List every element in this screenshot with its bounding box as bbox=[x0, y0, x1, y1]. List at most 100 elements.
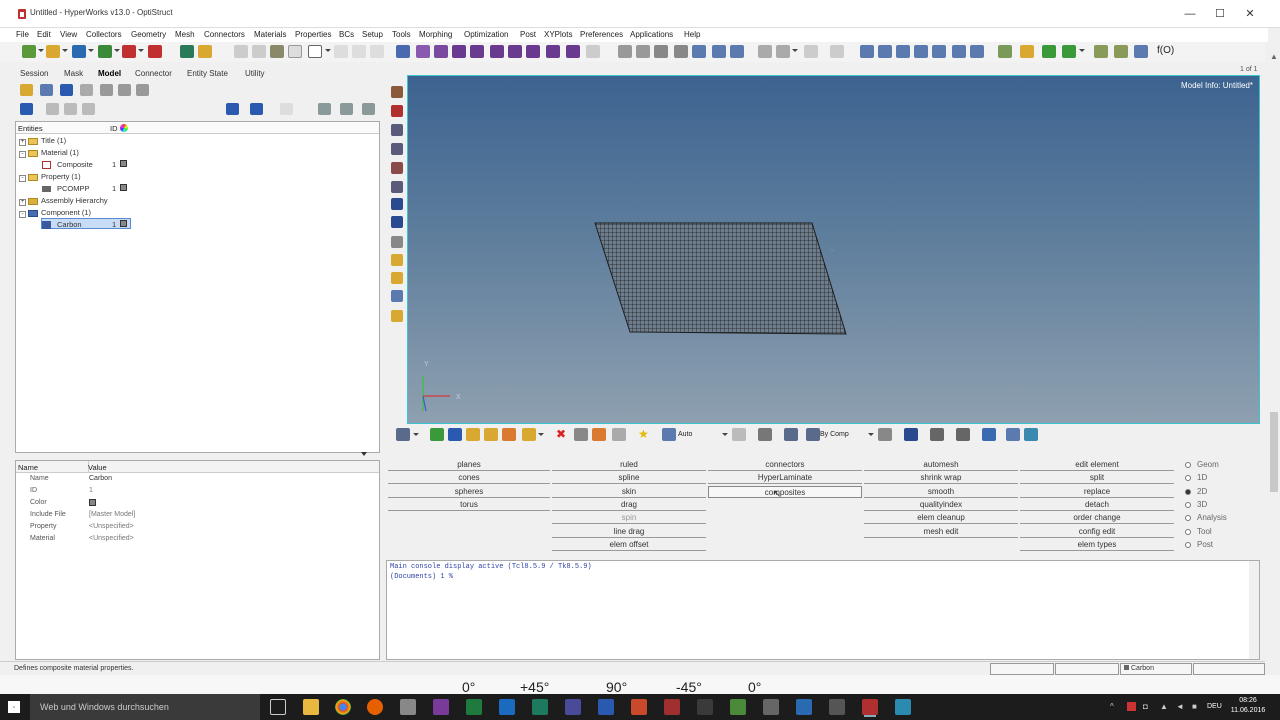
firefox-icon[interactable] bbox=[367, 699, 383, 715]
panel-shrink-wrap[interactable]: shrink wrap bbox=[864, 472, 1018, 484]
component-view-icon[interactable] bbox=[20, 84, 33, 96]
radio-icon[interactable] bbox=[1185, 501, 1191, 508]
grid-icon[interactable] bbox=[334, 45, 348, 58]
zoom-icon[interactable] bbox=[396, 45, 410, 58]
color-by-select[interactable]: By Comp bbox=[820, 431, 849, 438]
window-layout-icon[interactable] bbox=[1134, 45, 1148, 58]
view-tool-icon[interactable] bbox=[391, 143, 403, 155]
label-abc-icon[interactable] bbox=[391, 272, 403, 284]
panel-hyperlaminate[interactable]: HyperLaminate bbox=[708, 472, 862, 484]
view-tool-icon[interactable] bbox=[391, 198, 403, 210]
color-swatch[interactable] bbox=[120, 220, 127, 227]
run-icon[interactable] bbox=[1042, 45, 1056, 58]
dropdown-arrow-icon[interactable] bbox=[62, 49, 68, 52]
app-icon[interactable] bbox=[829, 699, 845, 715]
axis-xz-icon[interactable] bbox=[490, 45, 504, 58]
prop-include-value[interactable]: [Master Model] bbox=[89, 511, 135, 518]
import-icon[interactable] bbox=[46, 45, 60, 58]
current-component-box[interactable]: Carbon bbox=[1120, 663, 1192, 675]
view-iso-icon[interactable] bbox=[970, 45, 984, 58]
hide-all-icon[interactable] bbox=[118, 84, 131, 96]
dropdown-arrow-icon[interactable] bbox=[38, 49, 44, 52]
include-icon[interactable] bbox=[1020, 45, 1034, 58]
grid-icon[interactable] bbox=[370, 45, 384, 58]
id-column-header[interactable]: ID bbox=[110, 124, 118, 133]
radio-3d[interactable]: 3D bbox=[1185, 500, 1207, 509]
tree-row-title[interactable]: + Title (1) bbox=[19, 136, 66, 146]
app-icon[interactable] bbox=[730, 699, 746, 715]
collapse-icon[interactable]: - bbox=[19, 175, 26, 182]
expand-icon[interactable]: + bbox=[19, 139, 26, 146]
spin-icon[interactable] bbox=[730, 45, 744, 58]
reverse-icon[interactable] bbox=[136, 84, 149, 96]
clock-date[interactable]: 11.06.2016 bbox=[1228, 707, 1268, 714]
zoom-window-icon[interactable] bbox=[618, 45, 632, 58]
prop-material-value[interactable]: <Unspecified> bbox=[89, 535, 134, 542]
menu-applications[interactable]: Applications bbox=[630, 30, 673, 39]
expand-icon[interactable]: + bbox=[19, 199, 26, 206]
axis-xy-icon[interactable] bbox=[470, 45, 484, 58]
dropdown-arrow-icon[interactable] bbox=[325, 49, 331, 52]
composite-plate-mesh[interactable] bbox=[594, 222, 847, 335]
menu-morphing[interactable]: Morphing bbox=[419, 30, 452, 39]
dropdown-arrow-icon[interactable] bbox=[868, 433, 874, 436]
panel-split[interactable]: split bbox=[1020, 472, 1174, 484]
menu-xyplots[interactable]: XYPlots bbox=[544, 30, 572, 39]
tray-app-icon[interactable] bbox=[1127, 702, 1136, 711]
blank-page-icon[interactable] bbox=[288, 45, 302, 58]
minimize-button[interactable]: — bbox=[1180, 6, 1200, 22]
measure-icon[interactable] bbox=[391, 236, 403, 248]
view-bottom-icon[interactable] bbox=[914, 45, 928, 58]
menu-view[interactable]: View bbox=[60, 30, 77, 39]
panel-elem-types[interactable]: elem types bbox=[1020, 539, 1174, 551]
word-icon[interactable] bbox=[598, 699, 614, 715]
function-button[interactable]: f(O) bbox=[1157, 45, 1174, 56]
view-tool-icon[interactable] bbox=[391, 86, 403, 98]
folder-icon[interactable] bbox=[198, 45, 212, 58]
maximize-button[interactable]: ☐ bbox=[1210, 6, 1230, 22]
app-icon[interactable] bbox=[697, 699, 713, 715]
tree-row-component[interactable]: - Component (1) bbox=[19, 208, 91, 218]
model-browser-icon[interactable] bbox=[998, 45, 1012, 58]
view-front-icon[interactable] bbox=[860, 45, 874, 58]
chrome-icon[interactable] bbox=[335, 699, 351, 715]
view-icon[interactable] bbox=[612, 428, 626, 441]
tab-mask[interactable]: Mask bbox=[64, 69, 83, 78]
tcl-console[interactable]: Main console display active (Tcl8.5.9 / … bbox=[386, 560, 1260, 660]
filter-icon[interactable] bbox=[484, 428, 498, 441]
line-icon[interactable] bbox=[930, 428, 944, 441]
prop-color-swatch[interactable] bbox=[89, 499, 96, 506]
hide-icon[interactable] bbox=[60, 84, 73, 96]
view-tool-icon[interactable] bbox=[391, 310, 403, 322]
app-icon[interactable] bbox=[895, 699, 911, 715]
surface-icon[interactable] bbox=[982, 428, 996, 441]
copy-icon[interactable] bbox=[776, 45, 790, 58]
app-icon[interactable] bbox=[763, 699, 779, 715]
solid-icon[interactable] bbox=[226, 103, 239, 115]
export-solver-icon[interactable] bbox=[122, 45, 136, 58]
panel-line-drag[interactable]: line drag bbox=[552, 526, 706, 538]
tab-entity-state[interactable]: Entity State bbox=[187, 69, 228, 78]
wire-icon[interactable] bbox=[904, 428, 918, 441]
redo-icon[interactable] bbox=[252, 45, 266, 58]
volume-icon[interactable]: ◄ bbox=[1176, 702, 1184, 711]
task-view-icon[interactable] bbox=[270, 699, 286, 715]
scissors-icon[interactable] bbox=[758, 45, 772, 58]
menu-optimization[interactable]: Optimization bbox=[464, 30, 508, 39]
delete-x-icon[interactable]: ✖ bbox=[556, 427, 566, 441]
menu-setup[interactable]: Setup bbox=[362, 30, 383, 39]
view-tool-icon[interactable] bbox=[391, 105, 403, 117]
panel-elem-cleanup[interactable]: elem cleanup bbox=[864, 512, 1018, 524]
eye-icon[interactable] bbox=[318, 103, 331, 115]
panel-spline[interactable]: spline bbox=[552, 472, 706, 484]
rotate-icon[interactable] bbox=[566, 45, 580, 58]
filter-icon[interactable] bbox=[82, 103, 95, 115]
select-cursor-icon[interactable] bbox=[280, 103, 293, 115]
tab-utility[interactable]: Utility bbox=[245, 69, 265, 78]
tree-row-carbon[interactable]: Carbon bbox=[42, 220, 82, 230]
panel-cones[interactable]: cones bbox=[388, 472, 550, 484]
view-tool-icon[interactable] bbox=[391, 181, 403, 193]
panel-elem-offset[interactable]: elem offset bbox=[552, 539, 706, 551]
eye-icon[interactable] bbox=[340, 103, 353, 115]
panel-order-change[interactable]: order change bbox=[1020, 512, 1174, 524]
